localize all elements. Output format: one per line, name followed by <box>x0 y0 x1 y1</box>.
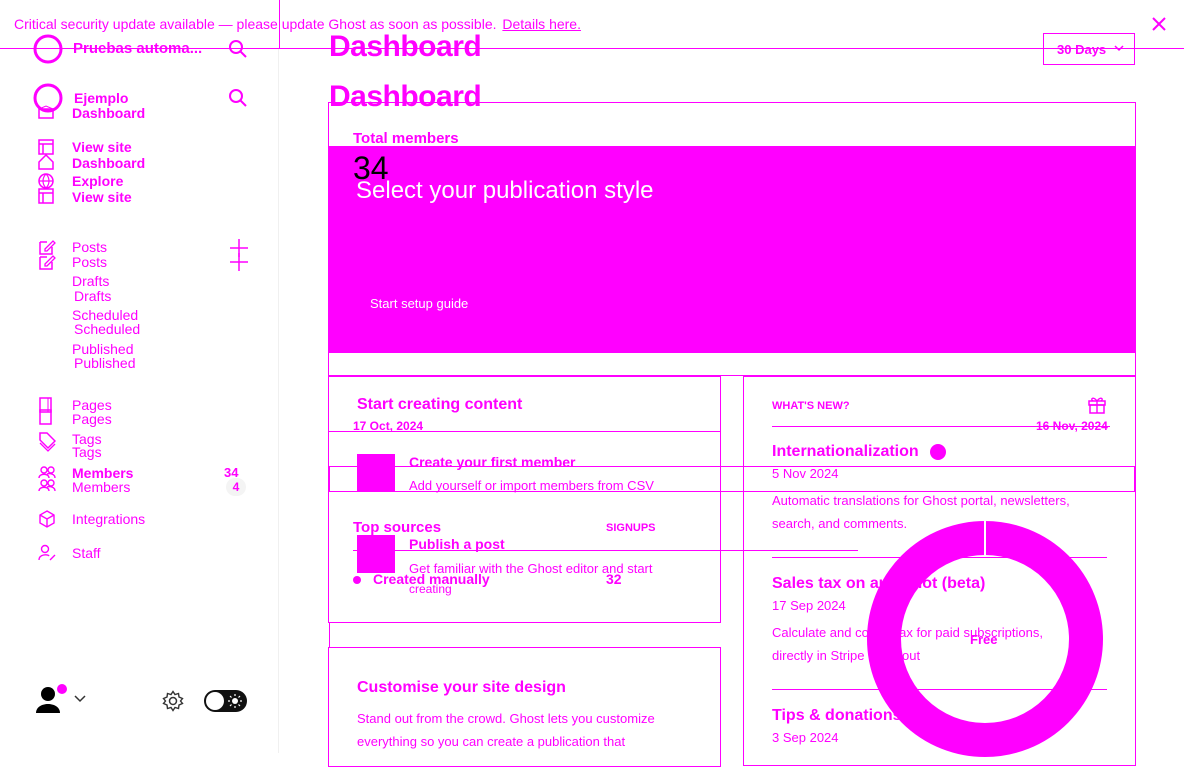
banner-details-link[interactable]: Details here. <box>502 16 581 32</box>
sidebar-item-view-site-ghost[interactable]: View site <box>72 189 132 205</box>
gear-icon[interactable] <box>162 690 184 712</box>
members-card-value: 34 <box>353 150 389 186</box>
sidebar-item-posts[interactable]: Posts <box>72 239 107 255</box>
sidebar-item-dashboard[interactable]: Dashboard <box>72 105 145 121</box>
explore-icon <box>38 173 54 189</box>
whats-new-date: 16 Nov, 2024 <box>1036 419 1108 433</box>
date-range-label: 30 Days <box>1057 42 1107 57</box>
posts-ghost-icon <box>38 253 56 271</box>
news-date-sales-tax: 17 Sep 2024 <box>772 598 846 613</box>
range-chevron-icon <box>1114 45 1124 52</box>
integrations-icon <box>38 510 56 528</box>
sidebar-item-members-ghost[interactable]: Members <box>72 479 130 495</box>
tags-icon <box>38 431 56 457</box>
dashboard-icon <box>38 105 54 119</box>
sidebar-item-drafts[interactable]: Drafts <box>72 273 109 289</box>
donut-legend-free: Free <box>970 632 998 647</box>
sidebar-item-dashboard-ghost[interactable]: Dashboard <box>72 155 145 171</box>
home-icon <box>38 154 54 170</box>
gift-icon[interactable] <box>1087 394 1107 414</box>
source-created-manually: Created manually <box>373 571 490 587</box>
members-icon <box>38 465 56 493</box>
search-ghost-icon[interactable] <box>228 88 248 108</box>
news-new-dot <box>930 444 946 460</box>
publish-post-icon <box>357 535 395 573</box>
news-date-internationalization: 5 Nov 2024 <box>772 466 839 481</box>
sidebar-item-integrations[interactable]: Integrations <box>72 511 145 527</box>
news-date-tips: 3 Sep 2024 <box>772 730 839 745</box>
setup-banner: Select your publication style Start setu… <box>329 146 1135 353</box>
new-post-plus-icon[interactable] <box>228 238 250 272</box>
sidebar-item-drafts-ghost[interactable]: Drafts <box>74 288 111 304</box>
theme-toggle[interactable] <box>204 690 247 712</box>
setup-banner-title: Select your publication style <box>356 177 654 204</box>
site-name[interactable]: Pruebas automa... <box>73 40 202 57</box>
start-creating-title: Start creating content <box>357 396 523 413</box>
site-logo-icon <box>32 33 64 65</box>
avatar[interactable] <box>32 683 68 717</box>
site-name-ghost: Ejemplo <box>74 90 129 106</box>
close-icon[interactable] <box>1150 15 1168 33</box>
customise-line-1: Stand out from the crowd. Ghost lets you… <box>357 711 655 726</box>
staff-icon <box>38 544 56 562</box>
sidebar-item-staff[interactable]: Staff <box>72 545 101 561</box>
sidebar-item-pages-ghost[interactable]: Pages <box>72 411 112 427</box>
top-sources-signups-header: SIGNUPS <box>606 522 656 534</box>
members-count-ghost-badge: 4 <box>226 478 246 496</box>
sidebar-item-published-ghost[interactable]: Published <box>74 355 136 371</box>
view-site-icon <box>38 139 54 155</box>
members-ghost-count: 4 <box>232 480 240 494</box>
toggle-knob <box>206 692 224 710</box>
sidebar: Pruebas automa... Ejemplo Dashboard View… <box>0 34 279 753</box>
view-site-ghost-icon <box>38 188 54 204</box>
customise-title: Customise your site design <box>357 679 566 696</box>
sidebar-item-posts-ghost[interactable]: Posts <box>72 254 107 270</box>
customise-line-2: everything so you can create a publicati… <box>357 734 626 749</box>
whats-new-label: WHAT'S NEW? <box>772 400 850 412</box>
top-sources-title: Top sources <box>353 519 442 536</box>
sun-icon <box>228 694 242 708</box>
search-icon[interactable] <box>228 39 248 59</box>
sidebar-item-tags-ghost[interactable]: Tags <box>72 444 102 460</box>
start-setup-guide-button[interactable]: Start setup guide <box>370 296 468 311</box>
create-member-title[interactable]: Create your first member <box>409 454 576 470</box>
source-dot <box>353 576 361 584</box>
member-item-icon <box>357 454 395 492</box>
sidebar-item-explore[interactable]: Explore <box>72 173 123 189</box>
members-card-label: Total members <box>353 130 459 147</box>
sidebar-item-scheduled-ghost[interactable]: Scheduled <box>74 321 140 337</box>
sidebar-item-view-site[interactable]: View site <box>72 139 132 155</box>
chevron-down-icon[interactable] <box>74 695 86 703</box>
page-title: Dashboard <box>329 30 482 63</box>
news-title-internationalization[interactable]: Internationalization <box>772 443 919 461</box>
source-created-manually-count: 32 <box>606 571 622 587</box>
pages-icon <box>38 397 54 425</box>
news-line1-internationalization: Automatic translations for Ghost portal,… <box>772 493 1070 508</box>
